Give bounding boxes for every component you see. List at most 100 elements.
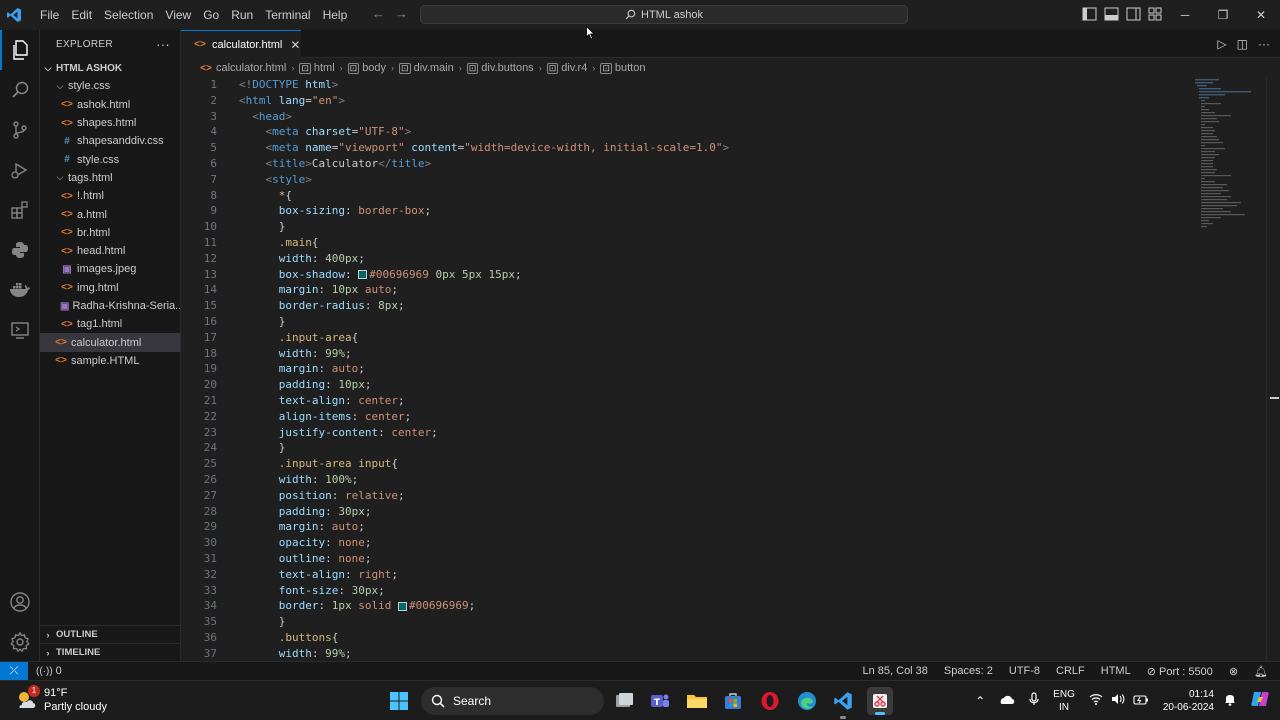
remote-explorer-icon[interactable] [0, 310, 40, 350]
code-line[interactable]: 23 justify-content: center; [181, 425, 1191, 441]
run-debug-icon[interactable] [0, 150, 40, 190]
file-explorer-icon[interactable] [685, 689, 709, 713]
tree-file[interactable]: <> sample.HTML [40, 352, 180, 370]
code-line[interactable]: 10 } [181, 219, 1191, 235]
windows-start-icon[interactable] [387, 689, 411, 713]
code-line[interactable]: 4 <meta charset="UTF-8"> [181, 124, 1191, 140]
code-line[interactable]: 37 width: 99%; [181, 646, 1191, 661]
code-line[interactable]: 20 padding: 10px; [181, 377, 1191, 393]
breadcrumb-item[interactable]: ⊡ div.buttons [466, 62, 534, 74]
volume-icon[interactable] [1111, 692, 1125, 710]
tree-file[interactable]: <> br.html [40, 224, 180, 242]
weather-widget[interactable]: 1 91°F Partly cloudy [14, 685, 107, 714]
microsoft-store-icon[interactable] [721, 689, 745, 713]
scrollbar-thumb[interactable] [1270, 397, 1279, 399]
vertical-scrollbar[interactable] [1266, 77, 1280, 661]
code-line[interactable]: 33 font-size: 30px; [181, 583, 1191, 599]
split-editor-icon[interactable]: ◫ [1237, 37, 1248, 51]
edge-icon[interactable] [795, 689, 819, 713]
tree-file[interactable]: <> calculator.html [40, 333, 180, 352]
tree-folder[interactable]: ⌵ style.css [40, 77, 180, 95]
settings-gear-icon[interactable] [0, 622, 40, 662]
more-actions-icon[interactable]: ··· [1258, 37, 1270, 51]
taskbar-search[interactable]: Search [421, 687, 604, 715]
explorer-icon[interactable] [0, 30, 40, 70]
extensions-icon[interactable] [0, 190, 40, 230]
menu-terminal[interactable]: Terminal [259, 0, 316, 30]
forward-arrow-icon[interactable]: → [395, 6, 408, 21]
code-line[interactable]: 7 <style> [181, 172, 1191, 188]
indentation[interactable]: Spaces: 2 [944, 665, 993, 677]
tree-file[interactable]: <> a.html [40, 205, 180, 223]
opera-icon[interactable] [758, 689, 782, 713]
code-line[interactable]: 17 .input-area{ [181, 330, 1191, 346]
back-arrow-icon[interactable]: ← [372, 6, 385, 21]
outline-section[interactable]: › OUTLINE [40, 625, 181, 643]
task-view-icon[interactable] [612, 689, 636, 713]
toggle-panel-icon[interactable] [1104, 7, 1119, 21]
code-line[interactable]: 6 <title>Calculator</title> [181, 156, 1191, 172]
code-line[interactable]: 18 width: 99%; [181, 346, 1191, 362]
microphone-icon[interactable] [1029, 691, 1039, 711]
encoding[interactable]: UTF-8 [1009, 665, 1040, 677]
close-tab-icon[interactable]: ✕ [290, 38, 300, 52]
restore-icon[interactable]: ❐ [1204, 0, 1242, 30]
more-actions-icon[interactable]: ··· [156, 37, 170, 52]
onedrive-cloud-icon[interactable] [999, 692, 1015, 710]
customize-layout-icon[interactable] [1148, 7, 1163, 21]
minimap[interactable] [1191, 77, 1266, 661]
code-line[interactable]: 28 padding: 30px; [181, 504, 1191, 520]
live-server-port[interactable]: ⊘ Port : 5500 [1147, 665, 1213, 678]
code-line[interactable]: 32 text-align: right; [181, 567, 1191, 583]
code-line[interactable]: 24 } [181, 440, 1191, 456]
show-hidden-icons-icon[interactable]: ⌃ [975, 694, 985, 708]
snipping-tool-icon[interactable] [867, 687, 893, 715]
breadcrumb-item[interactable]: ⊡ html [299, 62, 335, 74]
code-line[interactable]: 2 <html lang="en"> [181, 93, 1191, 109]
end-of-line[interactable]: CRLF [1056, 665, 1085, 677]
menu-view[interactable]: View [159, 0, 197, 30]
code-editor[interactable]: 1 <!DOCTYPE html> 2 <html lang="en"> 3 <head… [181, 77, 1191, 661]
tree-file[interactable]: # shapesanddiv.css [40, 132, 180, 150]
code-line[interactable]: 35 } [181, 614, 1191, 630]
command-center[interactable]: HTML ashok [420, 5, 908, 24]
copilot-taskbar-icon[interactable] [1250, 689, 1270, 714]
code-line[interactable]: 5 <meta name="viewport" content="width=d… [181, 140, 1191, 156]
breadcrumb-item[interactable]: ⊡ div.r4 [546, 62, 587, 74]
breadcrumb-item[interactable]: ⊡ button [600, 62, 645, 74]
code-line[interactable]: 12 width: 400px; [181, 251, 1191, 267]
code-line[interactable]: 13 box-shadow: #00696969 0px 5px 15px; [181, 267, 1191, 283]
menu-file[interactable]: File [34, 0, 65, 30]
tree-folder[interactable]: ⌵ tags.html [40, 169, 180, 187]
code-line[interactable]: 11 .main{ [181, 235, 1191, 251]
workspace-folder-root[interactable]: ⌵ HTML ASHOK [40, 59, 180, 77]
teams-icon[interactable]: T [648, 689, 672, 713]
vscode-taskbar-icon[interactable] [831, 689, 855, 719]
code-line[interactable]: 15 border-radius: 8px; [181, 298, 1191, 314]
code-line[interactable]: 1 <!DOCTYPE html> [181, 77, 1191, 93]
code-line[interactable]: 8 *{ [181, 188, 1191, 204]
menu-edit[interactable]: Edit [65, 0, 98, 30]
code-line[interactable]: 19 margin: auto; [181, 361, 1191, 377]
notification-bell-icon[interactable] [1224, 692, 1236, 711]
timeline-section[interactable]: › TIMELINE [40, 643, 181, 661]
tree-file[interactable]: <> shapes.html [40, 114, 180, 132]
notifications-bell-icon[interactable]: 🔔︎ [1254, 665, 1268, 678]
code-line[interactable]: 30 opacity: none; [181, 535, 1191, 551]
python-icon[interactable] [0, 230, 40, 270]
code-line[interactable]: 31 outline: none; [181, 551, 1191, 567]
problems-indicator[interactable]: ((·)) 0 [36, 665, 62, 677]
accounts-icon[interactable] [0, 582, 40, 622]
breadcrumb-item[interactable]: <> calculator.html [199, 62, 286, 74]
tree-file[interactable]: <> ashok.html [40, 96, 180, 114]
toggle-primary-sidebar-icon[interactable] [1082, 7, 1097, 21]
breadcrumb-item[interactable]: ⊡ body [347, 62, 386, 74]
menu-selection[interactable]: Selection [98, 0, 159, 30]
menu-go[interactable]: Go [197, 0, 225, 30]
language-mode[interactable]: HTML [1101, 665, 1131, 677]
minimize-icon[interactable]: ─ [1166, 0, 1204, 30]
copilot-icon[interactable]: ⊗ [1229, 665, 1238, 678]
code-line[interactable]: 9 box-sizing: border-box; [181, 203, 1191, 219]
clock[interactable]: 01:14 20-06-2024 [1163, 688, 1214, 714]
tree-file[interactable]: <> head.html [40, 242, 180, 260]
